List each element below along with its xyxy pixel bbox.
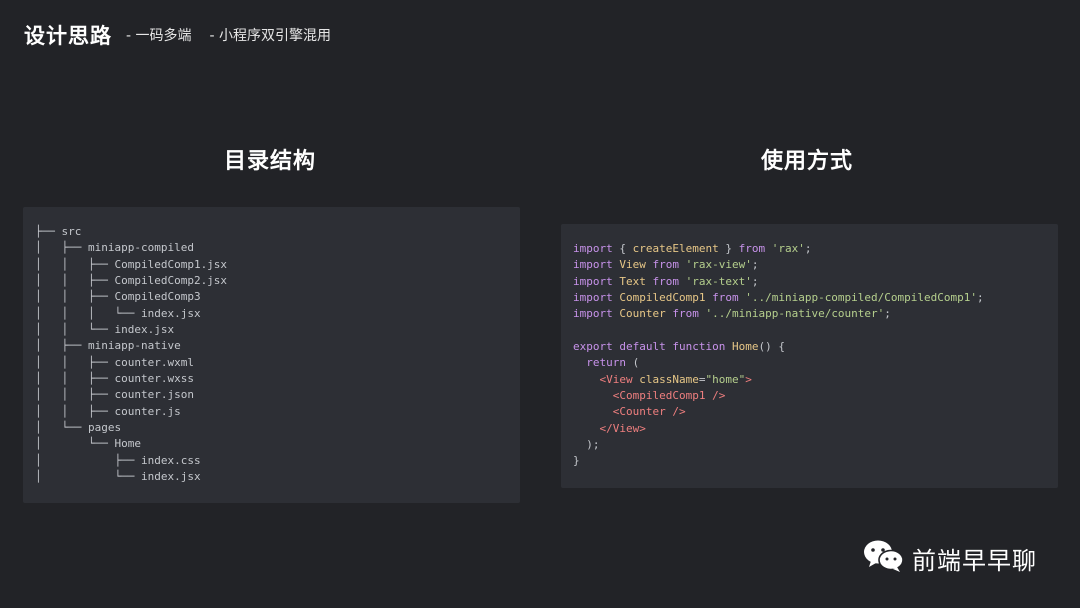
code-token: ;	[884, 307, 891, 321]
code-token: export	[573, 340, 613, 354]
code-token: ;	[751, 258, 759, 272]
code-line: import Text from 'rax-text';	[573, 275, 758, 288]
tree-line: │ └── pages	[35, 421, 122, 435]
code-snippet: import { createElement } from 'rax'; imp…	[573, 241, 984, 470]
directory-tree: ├── src │ ├── miniapp-compiled │ │ ├── C…	[35, 224, 227, 486]
code-token: function	[672, 340, 726, 354]
code-token: }	[718, 242, 739, 255]
directory-tree-panel: ├── src │ ├── miniapp-compiled │ │ ├── C…	[23, 207, 520, 503]
page-title: 设计思路	[24, 24, 112, 48]
code-token: 'rax-text'	[685, 274, 752, 288]
code-token: <CompiledComp1 />	[612, 389, 726, 403]
code-token: >	[745, 372, 752, 386]
code-token: from	[672, 307, 699, 321]
code-line: <Counter />	[573, 405, 686, 418]
usage-title: 使用方式	[761, 149, 854, 174]
tree-line: │ │ └── index.jsx	[35, 323, 175, 337]
tree-line: │ │ ├── CompiledComp1.jsx	[35, 257, 228, 271]
tree-line: │ │ │ └── index.jsx	[35, 306, 201, 320]
code-token: () {	[758, 340, 785, 354]
code-token: return	[586, 356, 626, 370]
code-line: </View>	[573, 422, 646, 435]
code-token: import	[573, 291, 613, 305]
code-token: CompiledComp1	[619, 291, 706, 305]
code-token: "home"	[705, 372, 746, 386]
brand-name: 前端早早聊	[912, 546, 1037, 575]
code-token: {	[612, 242, 633, 255]
tree-line: │ ├── index.css	[35, 453, 201, 467]
code-token: ;	[751, 274, 759, 288]
tree-line: │ └── index.jsx	[35, 470, 201, 484]
code-line: );	[573, 438, 600, 452]
tree-line: │ │ ├── counter.wxml	[35, 355, 194, 369]
code-line: import { createElement } from 'rax';	[573, 242, 811, 255]
code-token: }	[573, 454, 580, 468]
code-line: import Counter from '../miniapp-native/c…	[573, 307, 891, 320]
code-token: Home	[731, 340, 759, 354]
code-token: 'rax'	[771, 242, 805, 255]
code-token: import	[573, 274, 613, 288]
code-panel: import { createElement } from 'rax'; imp…	[561, 224, 1058, 488]
code-token: '../miniapp-native/counter'	[705, 307, 885, 321]
tree-line: │ │ ├── CompiledComp2.jsx	[35, 274, 228, 288]
brand-watermark: 前端早早聊	[862, 540, 1037, 576]
tree-line: │ └── Home	[35, 437, 141, 451]
code-token: View	[619, 258, 646, 272]
code-token: className	[639, 372, 699, 386]
header: 设计思路 - 一码多端 - 小程序双引擎混用	[24, 20, 331, 50]
code-token: default	[619, 340, 666, 354]
code-token: from	[738, 242, 766, 255]
directory-structure-title: 目录结构	[224, 149, 317, 174]
code-token: );	[573, 438, 600, 452]
code-token: 'rax-view'	[685, 258, 752, 272]
code-token: from	[652, 274, 680, 288]
code-line: export default function Home() {	[573, 340, 785, 353]
code-token: ;	[977, 291, 984, 305]
code-line: import View from 'rax-view';	[573, 258, 758, 271]
code-token: (	[626, 356, 640, 370]
code-line: }	[573, 454, 580, 467]
code-token: import	[573, 307, 613, 321]
code-token: <Counter />	[612, 405, 686, 419]
code-token: createElement	[632, 242, 719, 255]
tree-line: │ ├── miniapp-native	[35, 339, 181, 353]
code-token: ;	[804, 242, 812, 255]
code-token: </View>	[599, 421, 646, 435]
code-token: '../miniapp-compiled/CompiledComp1'	[745, 291, 978, 305]
tree-line: │ │ ├── counter.wxss	[35, 372, 194, 386]
tree-line: ├── src	[35, 225, 82, 238]
code-line: import CompiledComp1 from '../miniapp-co…	[573, 291, 984, 304]
code-line: <View className="home">	[573, 373, 752, 386]
tree-line: │ │ ├── counter.js	[35, 404, 181, 418]
code-token: import	[573, 242, 613, 255]
tree-line: │ │ ├── counter.json	[35, 388, 194, 402]
tree-line: │ ├── miniapp-compiled	[35, 241, 194, 255]
subtitle-dual-engine: - 小程序双引擎混用	[209, 28, 332, 44]
code-token: import	[573, 258, 613, 272]
tree-line: │ │ ├── CompiledComp3	[35, 290, 201, 304]
subtitle-one-code-multi-end: - 一码多端	[126, 28, 192, 44]
wechat-icon	[862, 538, 906, 578]
code-token: Text	[619, 274, 646, 288]
code-token: Counter	[619, 307, 666, 321]
code-line: return (	[573, 356, 639, 369]
code-line: <CompiledComp1 />	[573, 389, 726, 403]
code-token: <View	[599, 372, 633, 386]
code-token: from	[652, 258, 680, 272]
code-token: from	[712, 291, 739, 305]
